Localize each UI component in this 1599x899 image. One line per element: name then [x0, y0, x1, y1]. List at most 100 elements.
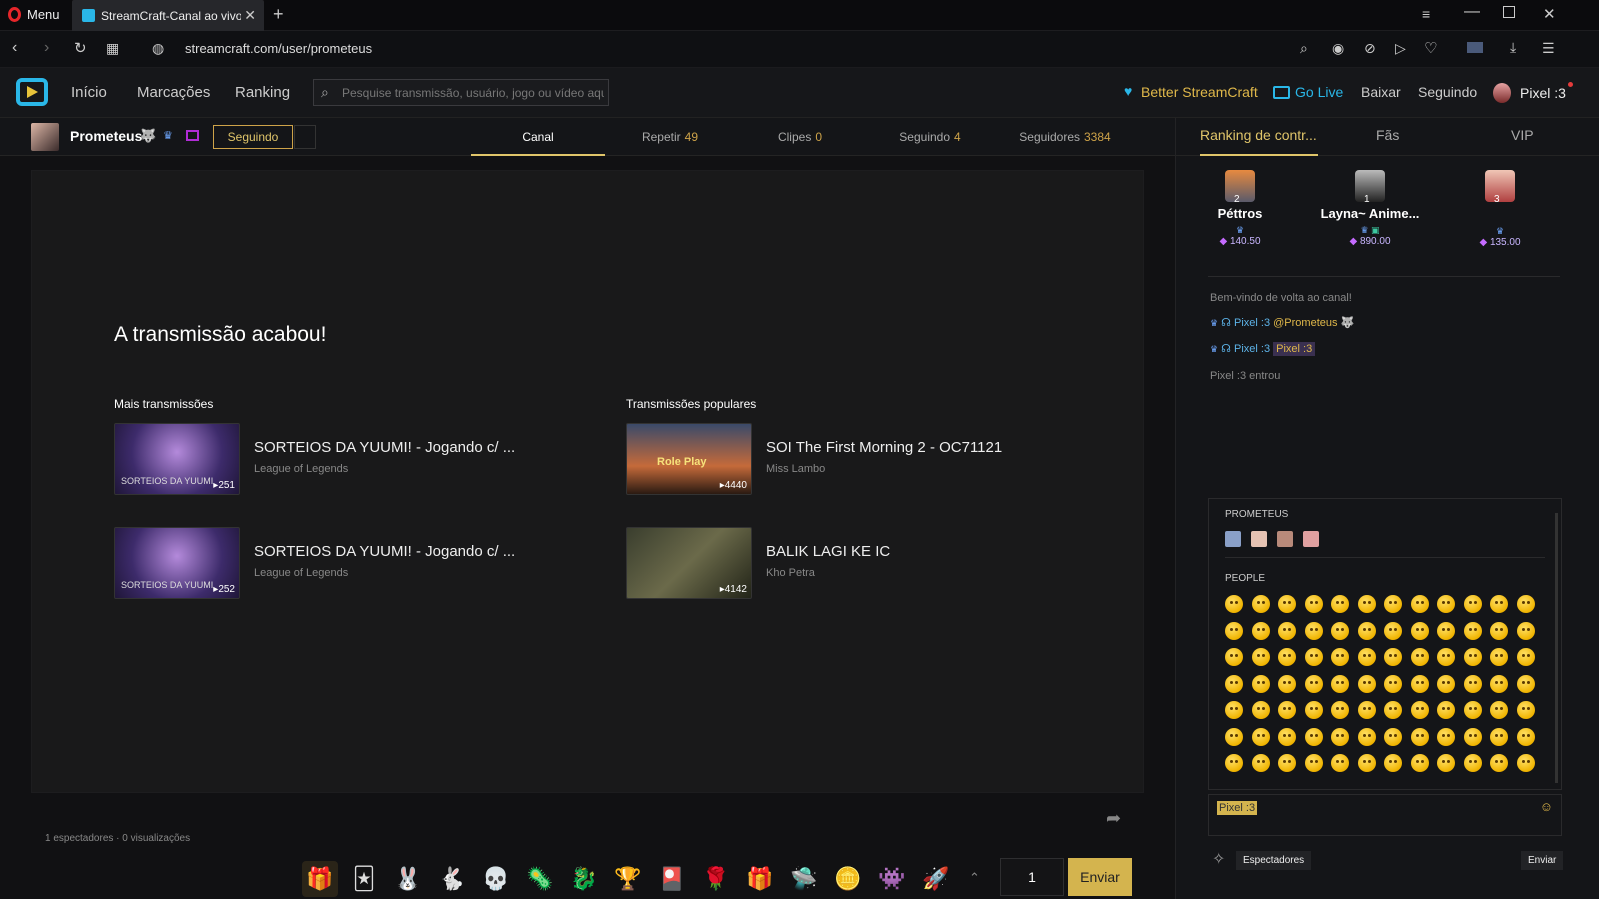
rabbit-gift-icon[interactable]: 🐰 [390, 861, 426, 897]
emoji-item[interactable] [1516, 621, 1535, 640]
ranking-entry[interactable]: 3 ♛ ◆ 135.00 [1450, 170, 1550, 270]
stream-card[interactable]: SORTEIOS DA YUUMI ▸252 SORTEIOS DA YUUMI… [114, 527, 544, 601]
chevron-up-icon[interactable]: ⌃ [969, 870, 980, 886]
send-gift-button[interactable]: Enviar [1068, 858, 1132, 896]
browser-tab[interactable]: StreamCraft-Canal ao vivo ✕ [72, 0, 264, 31]
gift-quantity-input[interactable]: 1 [1000, 858, 1064, 896]
channel-emote[interactable] [1251, 531, 1267, 547]
emoji-item[interactable] [1384, 595, 1402, 613]
emoji-item[interactable] [1304, 621, 1323, 640]
emoji-item[interactable] [1331, 754, 1349, 772]
channel-emote[interactable] [1225, 531, 1241, 547]
emoji-item[interactable] [1490, 727, 1508, 746]
tab-repetir[interactable]: Repetir 49 [605, 118, 735, 156]
emoji-item[interactable] [1225, 727, 1243, 746]
send-icon[interactable]: ▷ [1395, 40, 1406, 57]
tab-menu-icon[interactable]: ≡ [1422, 6, 1430, 22]
emoji-item[interactable] [1331, 621, 1349, 640]
emoji-item[interactable] [1463, 648, 1482, 666]
nav-marcacoes[interactable]: Marcações [137, 84, 210, 101]
tab-fas[interactable]: Fãs [1376, 127, 1399, 143]
download-icon[interactable]: ⤓ [1510, 39, 1516, 56]
emoji-item[interactable] [1278, 727, 1296, 746]
emoji-item[interactable] [1304, 674, 1323, 693]
emoji-item[interactable] [1463, 727, 1482, 746]
ranking-entry[interactable]: 1 Layna~ Anime... ♛ ▣ ◆ 890.00 [1300, 170, 1440, 270]
go-live-button[interactable]: Go Live [1295, 84, 1343, 100]
emoji-item[interactable] [1357, 727, 1376, 746]
restore-icon[interactable] [1503, 6, 1515, 18]
card-table-gift-icon[interactable]: 🎴 [654, 861, 690, 897]
forward-icon[interactable]: › [44, 39, 49, 57]
ufo-gift-icon[interactable]: 🛸 [786, 861, 822, 897]
axolotl-gift-icon[interactable]: 🐉 [566, 861, 602, 897]
emoji-item[interactable] [1490, 701, 1508, 719]
tab-seguindo[interactable]: Seguindo 4 [865, 118, 995, 156]
emoji-item[interactable] [1437, 701, 1455, 719]
chest-gift-icon[interactable]: 🎁 [302, 861, 338, 897]
channel-emote[interactable] [1277, 531, 1293, 547]
back-icon[interactable]: ‹ [12, 39, 17, 57]
emoji-item[interactable] [1384, 674, 1402, 693]
site-info-icon[interactable]: ◍ [152, 40, 164, 57]
emoji-item[interactable] [1251, 727, 1270, 746]
emoji-item[interactable] [1304, 754, 1323, 772]
spectators-button[interactable]: Espectadores [1236, 851, 1312, 870]
share-icon[interactable]: ➦ [1106, 808, 1121, 829]
emoji-item[interactable] [1463, 674, 1482, 693]
emoji-item[interactable] [1516, 648, 1535, 666]
emoji-item[interactable] [1331, 595, 1349, 613]
minimize-icon[interactable]: — [1464, 3, 1480, 21]
emoji-item[interactable] [1437, 648, 1455, 666]
emoji-item[interactable] [1490, 595, 1508, 613]
search-page-icon[interactable]: ⌕ [1300, 40, 1308, 57]
streamcraft-logo-icon[interactable] [16, 78, 48, 106]
emoji-item[interactable] [1384, 727, 1402, 746]
tab-vip[interactable]: VIP [1511, 127, 1534, 143]
chat-username[interactable]: Pixel :3 [1234, 343, 1270, 355]
channel-avatar[interactable] [31, 123, 59, 151]
card-gift-icon[interactable]: 🃏 [346, 861, 382, 897]
emoji-item[interactable] [1437, 754, 1455, 772]
following-link[interactable]: Seguindo [1418, 84, 1477, 100]
emoji-item[interactable] [1331, 674, 1349, 693]
avatar[interactable] [1493, 83, 1511, 103]
emoji-item[interactable] [1225, 754, 1243, 772]
emoji-item[interactable] [1278, 754, 1296, 772]
emoji-item[interactable] [1437, 674, 1455, 693]
emoji-item[interactable] [1251, 674, 1270, 693]
stream-card[interactable]: SORTEIOS DA YUUMI ▸251 SORTEIOS DA YUUMI… [114, 423, 544, 497]
skull-gift-icon[interactable]: 💀 [478, 861, 514, 897]
emoji-item[interactable] [1357, 648, 1376, 666]
emoji-item[interactable] [1463, 621, 1482, 640]
emoji-item[interactable] [1251, 621, 1270, 640]
easy-setup-icon[interactable]: ☰ [1542, 40, 1555, 57]
emoji-item[interactable] [1357, 701, 1376, 719]
emoji-item[interactable] [1410, 648, 1429, 666]
emoji-item[interactable] [1410, 674, 1429, 693]
emoji-item[interactable] [1463, 754, 1482, 772]
emoji-item[interactable] [1251, 595, 1270, 613]
chat-username[interactable]: Pixel :3 [1234, 317, 1270, 329]
emoji-item[interactable] [1357, 674, 1376, 693]
character-gift-icon[interactable]: 👾 [874, 861, 910, 897]
url-field[interactable]: streamcraft.com/user/prometeus [185, 41, 372, 56]
nav-inicio[interactable]: Início [71, 84, 107, 101]
emoji-item[interactable] [1490, 621, 1508, 640]
emoji-item[interactable] [1516, 754, 1535, 772]
close-window-icon[interactable]: ✕ [1543, 5, 1556, 23]
stream-card[interactable]: Role Play ▸4440 SOI The First Morning 2 … [626, 423, 1056, 497]
emoji-item[interactable] [1278, 621, 1296, 640]
ship-gift-icon[interactable]: 🚀 [918, 861, 954, 897]
emoji-item[interactable] [1490, 754, 1508, 772]
emoji-item[interactable] [1251, 701, 1270, 719]
emoji-item[interactable] [1304, 727, 1323, 746]
better-streamcraft-link[interactable]: Better StreamCraft [1141, 84, 1258, 100]
emoji-item[interactable] [1225, 648, 1243, 666]
stream-card[interactable]: ▸4142 BALIK LAGI KE IC Kho Petra [626, 527, 1056, 601]
download-link[interactable]: Baixar [1361, 84, 1401, 100]
channel-emote[interactable] [1303, 531, 1319, 547]
emoji-item[interactable] [1225, 621, 1243, 640]
browser-menu-button[interactable]: Menu [8, 7, 60, 22]
emoji-item[interactable] [1225, 595, 1243, 613]
